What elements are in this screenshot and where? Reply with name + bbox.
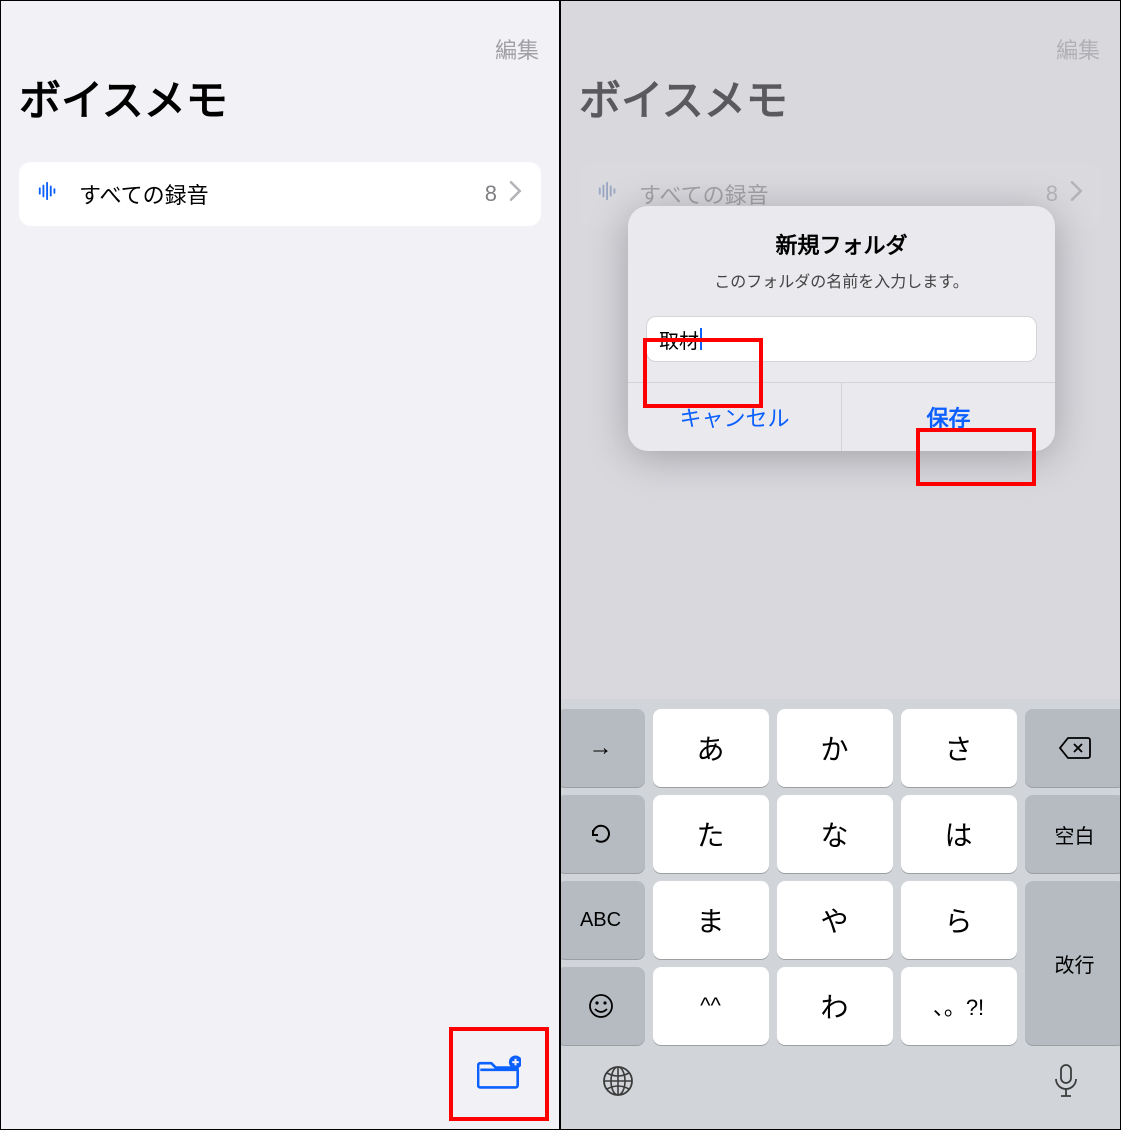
edit-button[interactable]: 編集: [495, 33, 539, 65]
page-title: ボイスメモ: [579, 67, 1102, 128]
new-folder-button[interactable]: [477, 1052, 521, 1097]
key-sa[interactable]: さ: [901, 709, 1017, 787]
key-wa[interactable]: わ: [777, 967, 893, 1045]
key-ta[interactable]: た: [653, 795, 769, 873]
waveform-icon: [597, 180, 621, 208]
key-abc[interactable]: ABC: [560, 881, 645, 959]
key-next-candidate[interactable]: →: [560, 709, 645, 787]
key-emoji[interactable]: [560, 967, 645, 1045]
screen-before: 編集 ボイスメモ すべての録音 8: [0, 0, 560, 1130]
key-backspace[interactable]: [1025, 709, 1122, 787]
dialog-title: 新規フォルダ: [648, 228, 1035, 260]
key-ha[interactable]: は: [901, 795, 1017, 873]
text-caret: [700, 328, 702, 350]
chevron-right-icon: [509, 181, 523, 207]
save-button[interactable]: 保存: [842, 383, 1055, 451]
globe-icon[interactable]: [601, 1064, 635, 1103]
key-ka[interactable]: か: [777, 709, 893, 787]
key-ra[interactable]: ら: [901, 881, 1017, 959]
mic-icon[interactable]: [1052, 1063, 1080, 1104]
folder-row-all-recordings[interactable]: すべての録音 8: [19, 162, 541, 226]
screen-after: 編集 ボイスメモ すべての録音 8 新規フォルダ このフォルダの名前を入力します…: [560, 0, 1121, 1130]
waveform-icon: [37, 180, 61, 208]
folder-name-value: 取材: [659, 325, 699, 354]
page-title: ボイスメモ: [19, 67, 541, 128]
key-ma[interactable]: ま: [653, 881, 769, 959]
key-kaomoji[interactable]: ^^: [653, 967, 769, 1045]
cancel-button[interactable]: キャンセル: [628, 383, 842, 451]
folder-row-count: 8: [1046, 181, 1058, 207]
dialog-subtitle: このフォルダの名前を入力します。: [648, 268, 1035, 292]
folder-name-input[interactable]: 取材: [646, 316, 1037, 362]
key-ya[interactable]: や: [777, 881, 893, 959]
new-folder-dialog: 新規フォルダ このフォルダの名前を入力します。 取材 キャンセル 保存: [628, 206, 1055, 451]
key-space[interactable]: 空白: [1025, 795, 1122, 873]
software-keyboard: → あ か さ た な は 空白 ABC ま や ら 改行 ^^ わ 、。?: [561, 699, 1120, 1129]
key-a[interactable]: あ: [653, 709, 769, 787]
folder-row-label: すべての録音: [79, 178, 485, 210]
chevron-right-icon: [1070, 181, 1084, 207]
folder-list: すべての録音 8: [19, 162, 541, 226]
key-undo[interactable]: [560, 795, 645, 873]
key-punct[interactable]: 、。?!: [901, 967, 1017, 1045]
key-return[interactable]: 改行: [1025, 881, 1122, 1045]
key-na[interactable]: な: [777, 795, 893, 873]
folder-row-count: 8: [485, 181, 497, 207]
highlight-new-folder-button: [449, 1027, 549, 1121]
edit-button: 編集: [1056, 33, 1100, 65]
